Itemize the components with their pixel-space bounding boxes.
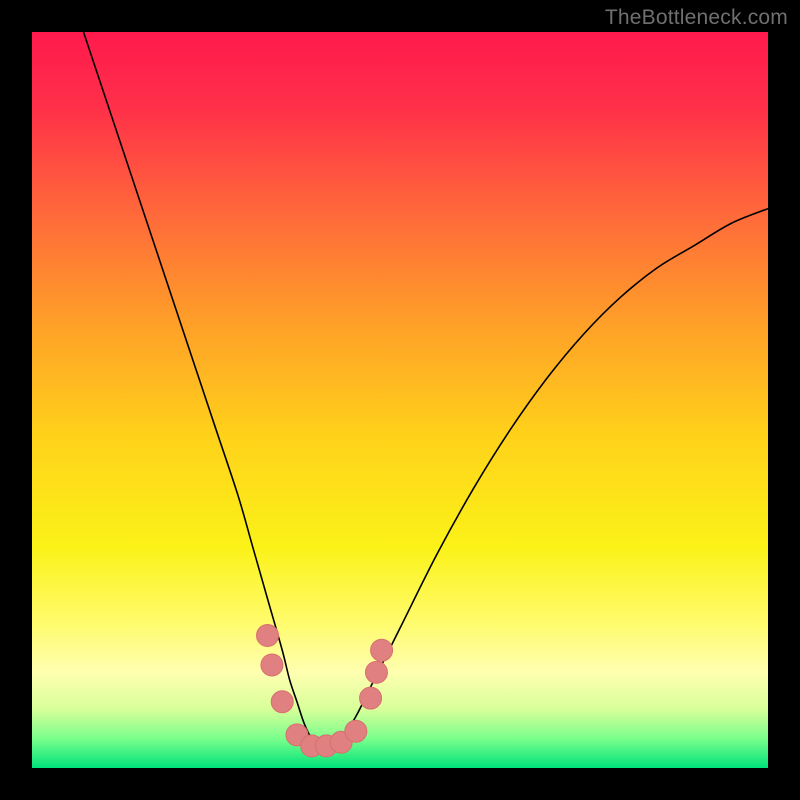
marker-dot xyxy=(257,625,279,647)
chart-frame: TheBottleneck.com xyxy=(0,0,800,800)
gradient-background xyxy=(32,32,768,768)
plot-area xyxy=(32,32,768,768)
marker-dot xyxy=(365,661,387,683)
marker-dot xyxy=(345,720,367,742)
watermark-text: TheBottleneck.com xyxy=(605,6,788,30)
marker-dot xyxy=(360,687,382,709)
marker-dot xyxy=(271,691,293,713)
marker-dot xyxy=(371,639,393,661)
marker-dot xyxy=(261,654,283,676)
